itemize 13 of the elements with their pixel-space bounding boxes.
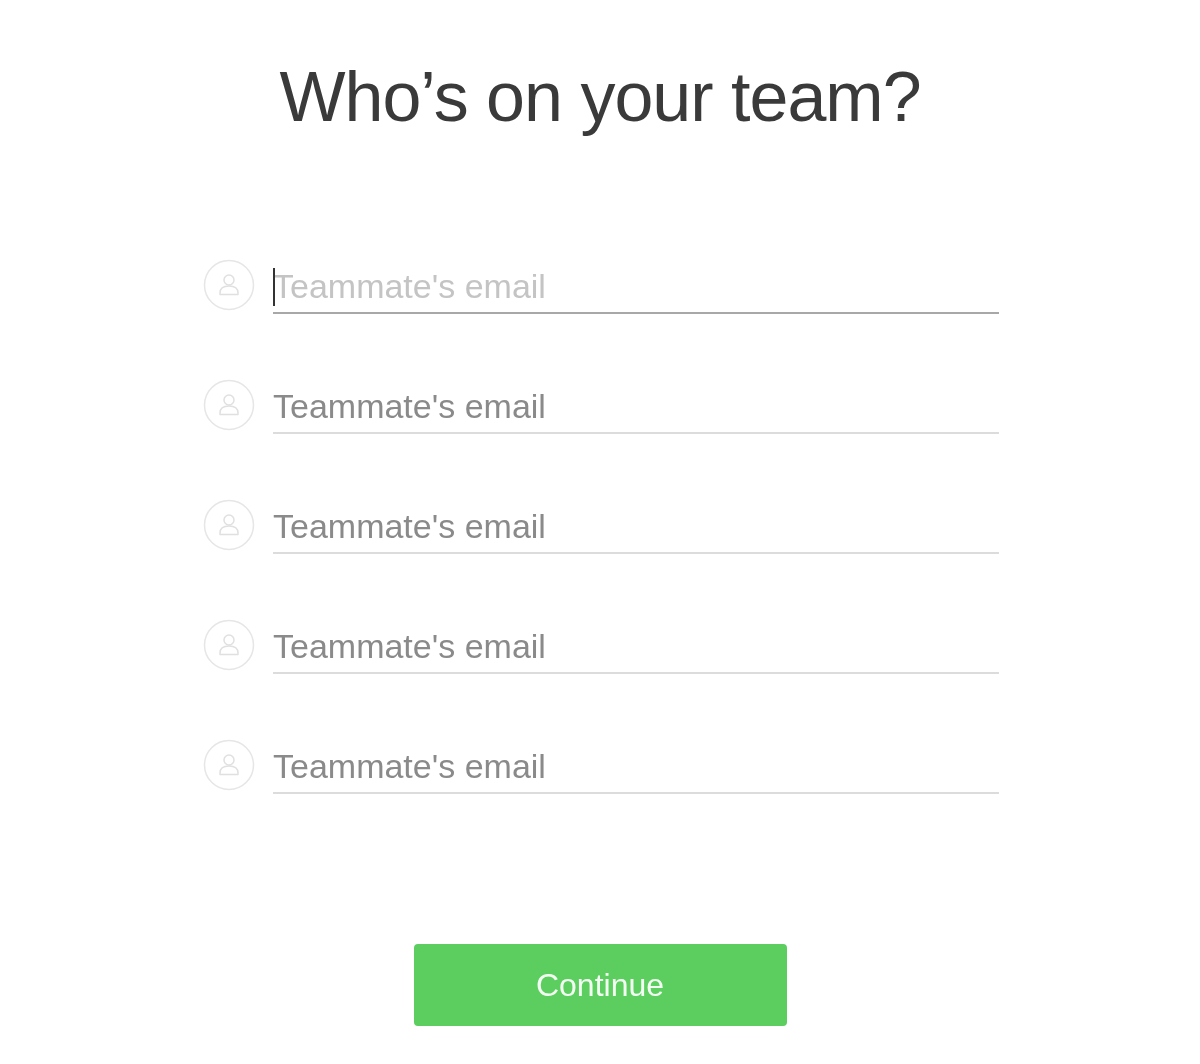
email-field[interactable]: Teammate's email <box>273 260 999 314</box>
email-field[interactable]: Teammate's email <box>273 500 999 554</box>
user-icon <box>203 379 255 431</box>
page-title: Who’s on your team? <box>279 57 921 138</box>
user-icon <box>203 259 255 311</box>
user-icon <box>203 739 255 791</box>
text-cursor <box>273 268 275 306</box>
continue-button[interactable]: Continue <box>413 944 787 1026</box>
user-icon <box>203 499 255 551</box>
email-field[interactable]: Teammate's email <box>273 620 999 674</box>
email-field[interactable]: Teammate's email <box>273 380 999 434</box>
email-field[interactable]: Teammate's email <box>273 740 999 794</box>
user-icon <box>203 619 255 671</box>
